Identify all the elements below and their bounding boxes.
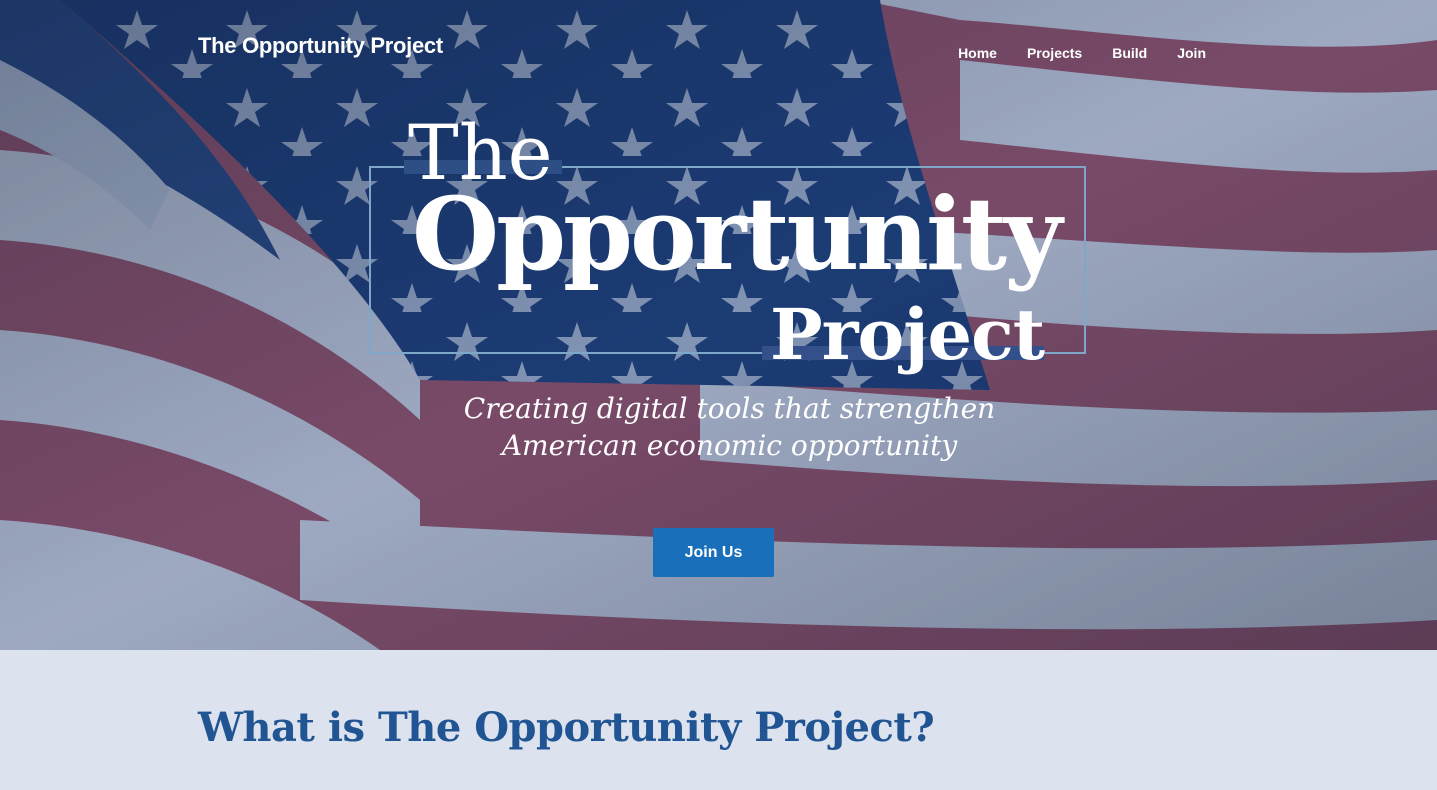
hero-tagline-line: Creating digital tools that strengthen <box>463 392 996 425</box>
nav-join[interactable]: Join <box>1177 45 1206 61</box>
hero-tagline: Creating digital tools that strengthen A… <box>368 390 1091 464</box>
hero-title-line-opportunity: Opportunity <box>412 175 1062 293</box>
site-logo[interactable]: The Opportunity Project <box>198 33 443 59</box>
hero-title-line-project: Project <box>770 293 1045 376</box>
nav-build[interactable]: Build <box>1112 45 1147 61</box>
hero-section: The Opportunity Project Home Projects Bu… <box>0 0 1437 650</box>
nav-projects[interactable]: Projects <box>1027 45 1082 61</box>
about-heading: What is The Opportunity Project? <box>198 704 935 751</box>
join-us-button[interactable]: Join Us <box>653 528 774 577</box>
main-nav: Home Projects Build Join <box>958 45 1206 61</box>
nav-home[interactable]: Home <box>958 45 997 61</box>
about-section: What is The Opportunity Project? <box>0 650 1437 790</box>
hero-tagline-line: American economic opportunity <box>501 429 958 462</box>
